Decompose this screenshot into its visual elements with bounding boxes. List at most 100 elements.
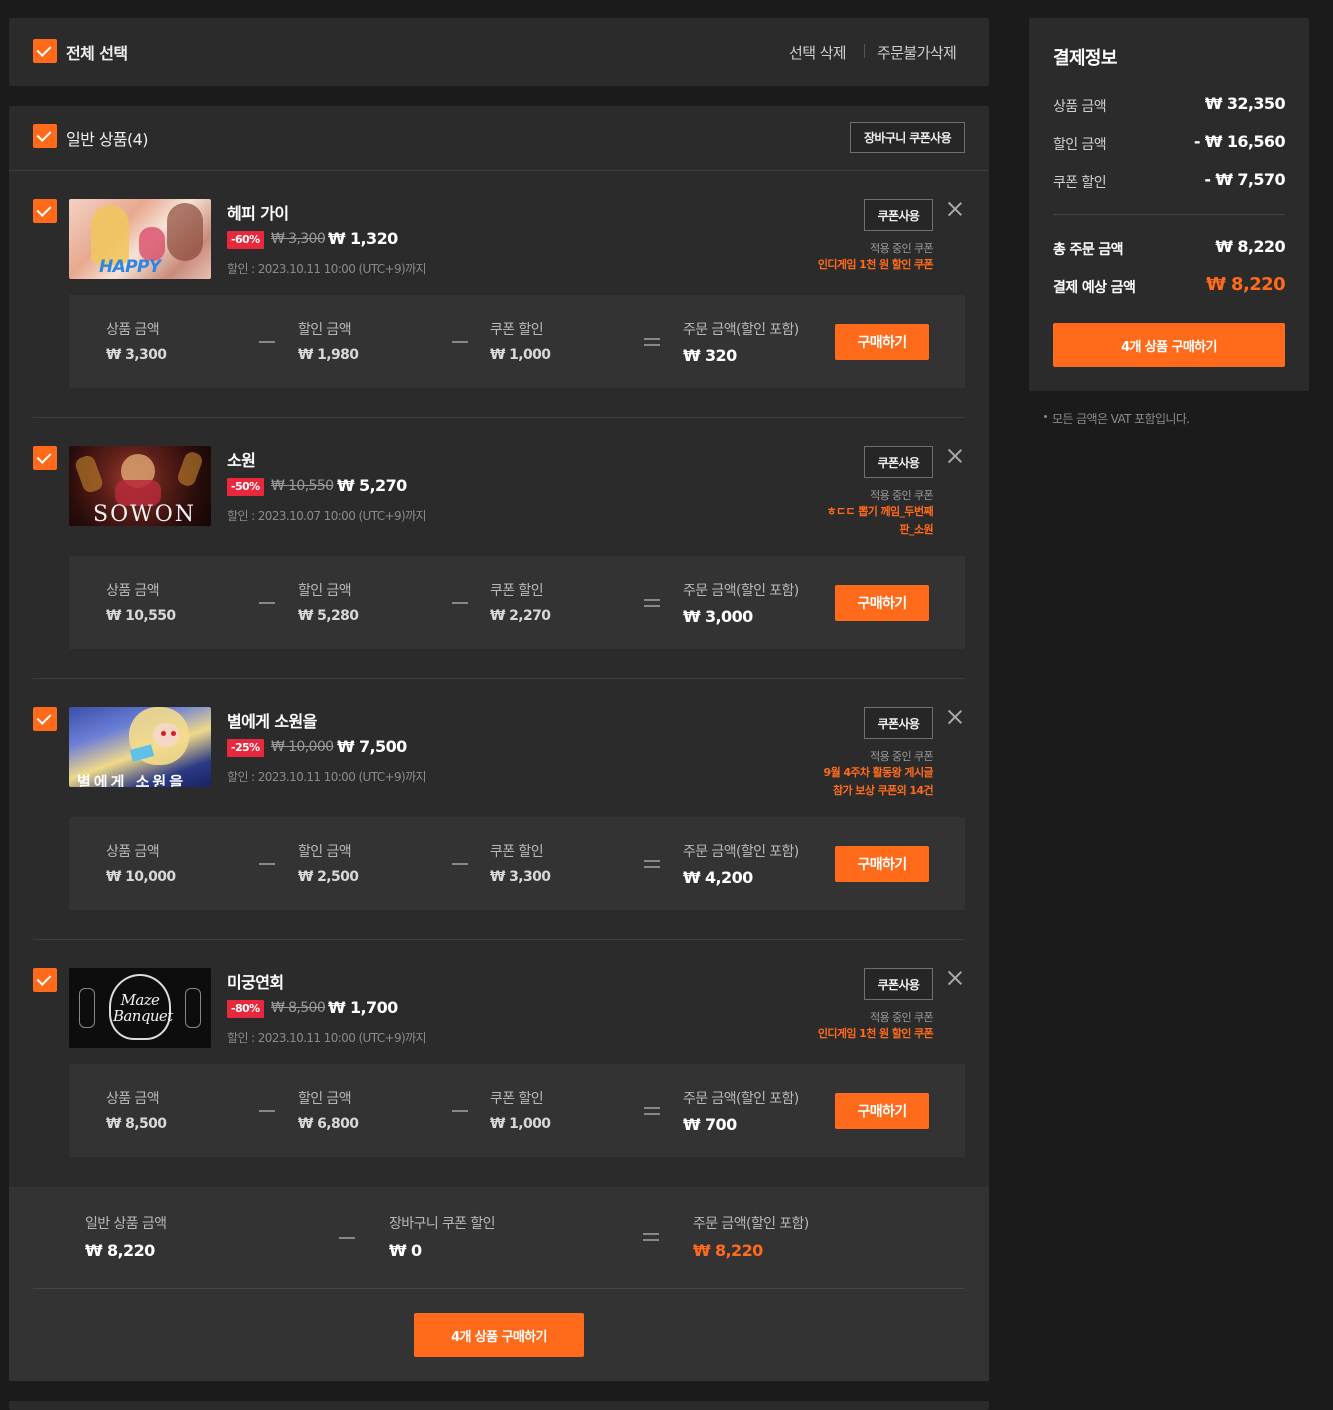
group-summary: 일반 상품 금액 ₩ 8,220 장바구니 쿠폰 할인 ₩ 0 주문 금액(할인… xyxy=(9,1187,989,1381)
select-all-label[interactable]: 전체 선택 xyxy=(66,40,128,64)
order-total-value: ₩ 3,000 xyxy=(683,607,753,626)
discount-value: ₩ 2,500 xyxy=(298,869,359,885)
minus-icon xyxy=(259,602,275,604)
coupon-discount-label: 쿠폰 할인 xyxy=(490,844,544,860)
remove-item-icon[interactable] xyxy=(946,969,964,987)
price-label: 상품 금액 xyxy=(106,322,160,338)
remove-item-icon[interactable] xyxy=(946,708,964,726)
coupon-button[interactable]: 쿠폰사용 xyxy=(864,707,933,739)
payment-info-panel: 결제정보 상품 금액 ₩ 32,350 할인 금액 - ₩ 16,560 쿠폰 … xyxy=(1029,18,1309,391)
coupon-discount-label: 쿠폰 할인 xyxy=(490,1091,544,1107)
group-order-value: ₩ 8,220 xyxy=(693,1241,763,1260)
payment-coupon-label: 쿠폰 할인 xyxy=(1053,175,1107,191)
buy-button[interactable]: 구매하기 xyxy=(835,324,929,360)
item-divider xyxy=(33,678,965,679)
item-checkbox[interactable] xyxy=(33,968,57,992)
original-price: ₩ 3,300 xyxy=(271,231,326,247)
payment-divider xyxy=(1053,214,1285,215)
item-thumbnail[interactable]: Maze Banquet xyxy=(69,968,211,1048)
buy-button[interactable]: 구매하기 xyxy=(835,585,929,621)
price-label: 상품 금액 xyxy=(106,844,160,860)
item-thumbnail[interactable]: 별에게 소원을 xyxy=(69,707,211,787)
price-breakdown: 상품 금액 ₩ 3,300 할인 금액 ₩ 1,980 쿠폰 할인 ₩ 1,00… xyxy=(69,295,965,388)
discount-label: 할인 금액 xyxy=(298,844,352,860)
payment-expected-value: ₩ 8,220 xyxy=(1206,274,1285,295)
applied-coupon-name: 인디게임 1천 원 할인 쿠폰 xyxy=(817,258,934,271)
vat-note: 모든 금액은 VAT 포함입니다. xyxy=(1044,410,1190,427)
applied-coupon-label: 적용 중인 쿠폰 xyxy=(870,750,934,763)
order-total-label: 주문 금액(할인 포함) xyxy=(683,322,799,338)
remove-item-icon[interactable] xyxy=(946,447,964,465)
equals-icon xyxy=(644,1107,660,1115)
sale-price: ₩ 1,320 xyxy=(328,229,398,248)
minus-icon xyxy=(452,602,468,604)
original-price: ₩ 10,550 xyxy=(271,478,334,494)
order-total-value: ₩ 320 xyxy=(683,346,737,365)
item-divider xyxy=(33,417,965,418)
buy-button[interactable]: 구매하기 xyxy=(835,1093,929,1129)
sale-period: 할인 : 2023.10.07 10:00 (UTC+9)까지 xyxy=(227,509,427,523)
sale-period: 할인 : 2023.10.11 10:00 (UTC+9)까지 xyxy=(227,1031,427,1045)
remove-item-icon[interactable] xyxy=(946,200,964,218)
item-title[interactable]: 별에게 소원을 xyxy=(227,708,317,732)
applied-coupon-label: 적용 중인 쿠폰 xyxy=(870,242,934,255)
sale-period: 할인 : 2023.10.11 10:00 (UTC+9)까지 xyxy=(227,262,427,276)
item-checkbox[interactable] xyxy=(33,446,57,470)
order-total-value: ₩ 700 xyxy=(683,1115,737,1134)
price-breakdown: 상품 금액 ₩ 10,550 할인 금액 ₩ 5,280 쿠폰 할인 ₩ 2,2… xyxy=(69,556,965,649)
equals-icon xyxy=(644,599,660,607)
price-value: ₩ 3,300 xyxy=(106,347,167,363)
delete-unavailable-button[interactable]: 주문불가삭제 xyxy=(877,42,957,63)
group-checkbox[interactable] xyxy=(33,124,57,148)
item-title[interactable]: 미궁연회 xyxy=(227,969,284,993)
payment-discount-label: 할인 금액 xyxy=(1053,137,1107,153)
item-thumbnail[interactable]: SOWON xyxy=(69,446,211,526)
coupon-discount-value: ₩ 1,000 xyxy=(490,347,551,363)
general-total-label: 일반 상품 금액 xyxy=(85,1216,167,1232)
discount-label: 할인 금액 xyxy=(298,583,352,599)
thumbnail-logo-text: Maze Banquet xyxy=(113,991,173,1025)
general-total-value: ₩ 8,220 xyxy=(85,1241,155,1260)
item-title[interactable]: 소원 xyxy=(227,447,256,471)
group-header-divider xyxy=(9,170,989,171)
coupon-button[interactable]: 쿠폰사용 xyxy=(864,199,933,231)
coupon-discount-label: 쿠폰 할인 xyxy=(490,583,544,599)
price-breakdown: 상품 금액 ₩ 8,500 할인 금액 ₩ 6,800 쿠폰 할인 ₩ 1,00… xyxy=(69,1064,965,1157)
applied-coupon-name: ㅎㄷㄷ 뽑기 께임_두번째 판_소원 xyxy=(826,505,933,536)
price-label: 상품 금액 xyxy=(106,583,160,599)
minus-icon xyxy=(259,1110,275,1112)
coupon-button[interactable]: 쿠폰사용 xyxy=(864,446,933,478)
item-checkbox[interactable] xyxy=(33,707,57,731)
thumbnail-logo-text: SOWON xyxy=(93,502,197,526)
original-price: ₩ 10,000 xyxy=(271,739,334,755)
sale-price: ₩ 5,270 xyxy=(337,476,407,495)
payment-expected-label: 결제 예상 금액 xyxy=(1053,280,1136,296)
coupon-discount-label: 쿠폰 할인 xyxy=(490,322,544,338)
coupon-discount-value: ₩ 1,000 xyxy=(490,1116,551,1132)
equals-icon xyxy=(644,338,660,346)
buy-all-button[interactable]: 4개 상품 구매하기 xyxy=(414,1313,584,1357)
delete-selected-button[interactable]: 선택 삭제 xyxy=(789,42,847,63)
payment-buy-button[interactable]: 4개 상품 구매하기 xyxy=(1053,323,1285,367)
item-thumbnail[interactable]: HAPPY xyxy=(69,199,211,279)
sale-price: ₩ 7,500 xyxy=(337,737,407,756)
coupon-discount-value: ₩ 3,300 xyxy=(490,869,551,885)
price-value: ₩ 10,550 xyxy=(106,608,176,624)
equals-icon xyxy=(644,860,660,868)
item-title[interactable]: 헤피 가이 xyxy=(227,200,289,224)
price-value: ₩ 8,500 xyxy=(106,1116,167,1132)
next-panel-edge xyxy=(9,1401,989,1410)
minus-icon xyxy=(259,341,275,343)
coupon-button[interactable]: 쿠폰사용 xyxy=(864,968,933,1000)
order-total-label: 주문 금액(할인 포함) xyxy=(683,583,799,599)
discount-label: 할인 금액 xyxy=(298,1091,352,1107)
minus-icon xyxy=(259,863,275,865)
discount-value: ₩ 5,280 xyxy=(298,608,359,624)
cart-coupon-button[interactable]: 장바구니 쿠폰사용 xyxy=(850,122,965,153)
buy-button[interactable]: 구매하기 xyxy=(835,846,929,882)
item-checkbox[interactable] xyxy=(33,199,57,223)
payment-total-label: 총 주문 금액 xyxy=(1053,242,1124,258)
select-all-checkbox[interactable] xyxy=(33,39,57,63)
discount-badge: -80% xyxy=(227,1000,264,1018)
discount-badge: -25% xyxy=(227,739,264,757)
